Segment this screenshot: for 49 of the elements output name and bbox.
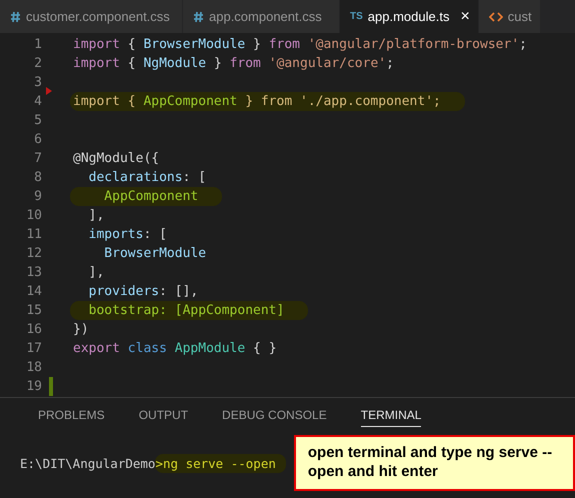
code-line: declarations: [ bbox=[88, 170, 208, 185]
panel-tab[interactable]: DEBUG CONSOLE bbox=[222, 408, 327, 427]
code-line: }) bbox=[72, 322, 90, 337]
line-number: 18 bbox=[25, 360, 43, 375]
typescript-icon: TS bbox=[350, 11, 363, 22]
code-line: ], bbox=[88, 208, 106, 223]
line-number: 19 bbox=[25, 379, 43, 394]
callout-note: open terminal and type ng serve --open and hit enter bbox=[294, 435, 575, 491]
panel-tab[interactable]: PROBLEMS bbox=[38, 408, 105, 427]
panel-tab[interactable]: TERMINAL bbox=[360, 408, 422, 427]
terminal-command: >ng serve --open bbox=[155, 454, 286, 472]
line-number: 4 bbox=[33, 94, 43, 109]
code-line: providers: [], bbox=[88, 284, 200, 299]
code-line: @NgModule({ bbox=[72, 151, 160, 166]
close-icon[interactable]: × bbox=[460, 8, 470, 26]
line-number: 16 bbox=[25, 322, 43, 337]
panel-tab[interactable]: OUTPUT bbox=[138, 408, 188, 427]
line-number: 6 bbox=[33, 132, 43, 147]
code-line: import { BrowserModule } from '@angular/platform-browser'; bbox=[72, 37, 528, 52]
line-number: 5 bbox=[33, 113, 43, 128]
line-number: 9 bbox=[33, 189, 43, 204]
hash-icon bbox=[193, 10, 204, 22]
line-number: 14 bbox=[25, 284, 43, 299]
line-number: 15 bbox=[25, 303, 43, 318]
editor-tab[interactable]: cust bbox=[478, 0, 541, 33]
code-line: bootstrap: [AppComponent] bbox=[70, 301, 308, 320]
editor-tab[interactable]: customer.component.css bbox=[0, 0, 183, 33]
line-number: 3 bbox=[33, 75, 43, 90]
code-line: export class AppModule { } bbox=[72, 341, 278, 356]
code-line: imports: [ bbox=[88, 227, 168, 242]
code-line: AppComponent bbox=[70, 187, 222, 206]
line-number: 12 bbox=[25, 246, 43, 261]
code-icon bbox=[488, 10, 503, 22]
line-number: 7 bbox=[33, 151, 43, 166]
line-number: 13 bbox=[25, 265, 43, 280]
editor-tab[interactable]: TS app.module.ts × bbox=[340, 0, 479, 33]
line-number: 1 bbox=[33, 37, 43, 52]
code-line: import { AppComponent } from './app.component'; bbox=[70, 92, 465, 111]
line-number: 11 bbox=[25, 227, 43, 242]
code-line: BrowserModule bbox=[103, 246, 208, 261]
line-number: 17 bbox=[25, 341, 43, 356]
line-number: 2 bbox=[33, 56, 43, 71]
code-line: ], bbox=[88, 265, 106, 280]
line-number: 10 bbox=[25, 208, 43, 223]
code-line: import { NgModule } from '@angular/core'; bbox=[72, 56, 395, 71]
editor-tab[interactable]: app.component.css bbox=[183, 0, 340, 33]
line-number: 8 bbox=[33, 170, 43, 185]
hash-icon bbox=[10, 10, 21, 22]
terminal-prompt: E:\DIT\AngularDemo bbox=[20, 456, 156, 470]
